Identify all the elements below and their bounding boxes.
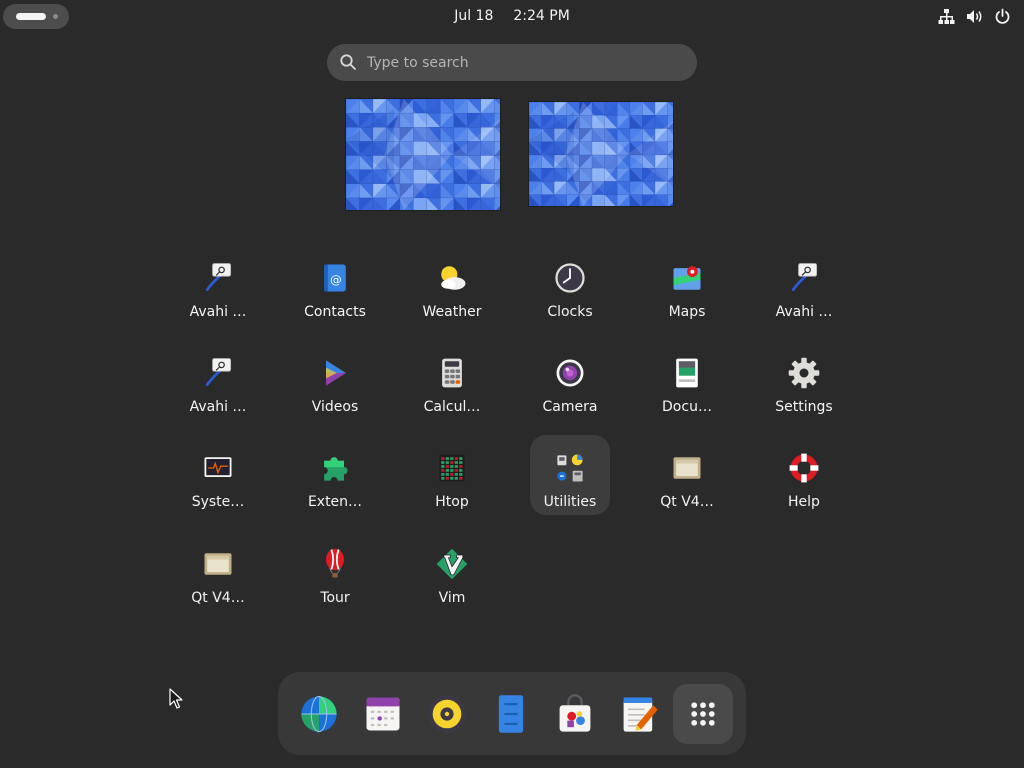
- app-label: Qt V4…: [660, 494, 714, 510]
- camera-icon: [552, 355, 588, 391]
- dash-text-editor-button[interactable]: [609, 684, 669, 744]
- music-icon: [425, 692, 469, 736]
- search-icon: [339, 53, 357, 71]
- network-wired-icon: [937, 6, 956, 26]
- avahi-icon: [200, 355, 236, 391]
- videos-icon: [317, 355, 353, 391]
- app-label: Contacts: [304, 304, 366, 320]
- system-status-area[interactable]: [937, 5, 1012, 27]
- dash-web-browser-button[interactable]: [289, 684, 349, 744]
- app-label: Syste…: [191, 494, 245, 510]
- document-viewer-icon: [669, 355, 705, 391]
- calculator-icon: [434, 355, 470, 391]
- app-label: Avahi …: [189, 304, 247, 320]
- app-label: Docu…: [662, 399, 712, 415]
- app-icon-utilities[interactable]: Utilities: [530, 435, 610, 515]
- mouse-cursor: [169, 688, 183, 710]
- tour-icon: [317, 546, 353, 582]
- app-label: Help: [788, 494, 820, 510]
- app-label: Calcul…: [423, 399, 481, 415]
- app-icon-videos[interactable]: Videos: [295, 340, 375, 420]
- app-label: Tour: [320, 590, 350, 606]
- dash-software-button[interactable]: [545, 684, 605, 744]
- app-icon-avahi[interactable]: Avahi …: [178, 340, 258, 420]
- app-label: Exten…: [307, 494, 363, 510]
- app-label: Camera: [542, 399, 598, 415]
- app-icon-contacts[interactable]: @ Contacts: [295, 245, 375, 325]
- app-icon-vim[interactable]: Vim: [412, 531, 492, 611]
- app-label: Weather: [422, 304, 482, 320]
- app-icon-qt-v4l2[interactable]: Qt V4…: [178, 531, 258, 611]
- system-monitor-icon: [200, 450, 236, 486]
- app-icon-extensions[interactable]: Exten…: [295, 435, 375, 515]
- utilities-icon: [552, 450, 588, 486]
- search-entry[interactable]: [327, 44, 697, 81]
- clock-date: Jul 18: [454, 8, 494, 24]
- power-icon: [993, 6, 1012, 26]
- dash-calendar-button[interactable]: [353, 684, 413, 744]
- files-icon: [489, 692, 533, 736]
- app-grid-icon: [681, 692, 725, 736]
- help-icon: [786, 450, 822, 486]
- dash-files-button[interactable]: [481, 684, 541, 744]
- svg-text:@: @: [330, 272, 342, 286]
- calendar-icon: [361, 692, 405, 736]
- search-input[interactable]: [367, 44, 677, 81]
- app-icon-avahi[interactable]: Avahi …: [178, 245, 258, 325]
- vim-icon: [434, 546, 470, 582]
- app-label: Vim: [438, 590, 466, 606]
- app-icon-tour[interactable]: Tour: [295, 531, 375, 611]
- app-icon-maps[interactable]: Maps: [647, 245, 727, 325]
- app-label: Settings: [775, 399, 833, 415]
- app-icon-avahi[interactable]: Avahi …: [764, 245, 844, 325]
- qt-v4l2-icon: [200, 546, 236, 582]
- active-workspace-indicator: [16, 13, 46, 20]
- weather-icon: [434, 260, 470, 296]
- app-icon-qt-v4l2[interactable]: Qt V4…: [647, 435, 727, 515]
- app-label: Utilities: [543, 494, 597, 510]
- app-icon-camera[interactable]: Camera: [530, 340, 610, 420]
- text-editor-icon: [617, 692, 661, 736]
- workspace-thumbnail-1[interactable]: [346, 99, 500, 210]
- dash-show-apps-button[interactable]: [673, 684, 733, 744]
- app-label: Qt V4…: [191, 590, 245, 606]
- avahi-icon: [786, 260, 822, 296]
- clock-time: 2:24 PM: [513, 8, 570, 24]
- app-icon-system-monitor[interactable]: Syste…: [178, 435, 258, 515]
- app-icon-help[interactable]: Help: [764, 435, 844, 515]
- app-icon-document-viewer[interactable]: Docu…: [647, 340, 727, 420]
- app-label: Clocks: [547, 304, 593, 320]
- activities-button[interactable]: [3, 4, 69, 29]
- app-icon-htop[interactable]: Htop: [412, 435, 492, 515]
- clocks-icon: [552, 260, 588, 296]
- avahi-icon: [200, 260, 236, 296]
- htop-icon: [434, 450, 470, 486]
- software-icon: [553, 692, 597, 736]
- app-label: Videos: [311, 399, 359, 415]
- web-browser-icon: [297, 692, 341, 736]
- maps-icon: [669, 260, 705, 296]
- app-icon-weather[interactable]: Weather: [412, 245, 492, 325]
- volume-icon: [965, 6, 984, 26]
- workspace-indicator-dot: [53, 14, 58, 19]
- app-label: Avahi …: [775, 304, 833, 320]
- settings-icon: [786, 355, 822, 391]
- dash: [278, 672, 746, 755]
- workspace-thumbnail-2[interactable]: [529, 102, 673, 206]
- app-label: Maps: [668, 304, 706, 320]
- clock-button[interactable]: Jul 18 2:24 PM: [454, 0, 570, 32]
- top-bar: Jul 18 2:24 PM: [0, 0, 1024, 32]
- dash-music-button[interactable]: [417, 684, 477, 744]
- qt-v4l2-icon: [669, 450, 705, 486]
- contacts-icon: @: [317, 260, 353, 296]
- app-icon-settings[interactable]: Settings: [764, 340, 844, 420]
- app-icon-clocks[interactable]: Clocks: [530, 245, 610, 325]
- extensions-icon: [317, 450, 353, 486]
- app-label: Avahi …: [189, 399, 247, 415]
- app-label: Htop: [435, 494, 469, 510]
- app-icon-calculator[interactable]: Calcul…: [412, 340, 492, 420]
